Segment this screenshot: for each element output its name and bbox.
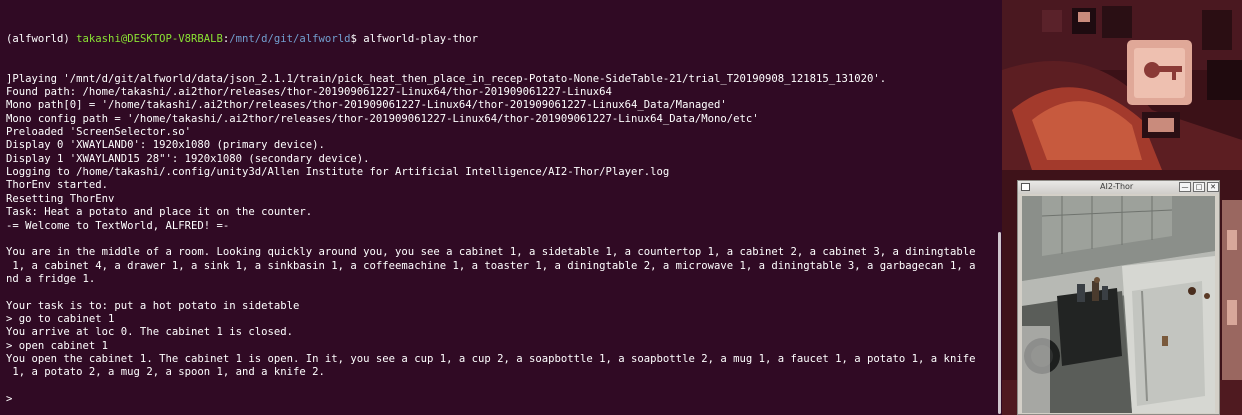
terminal-line: ]Playing '/mnt/d/git/alfworld/data/json_…	[6, 72, 887, 85]
close-button[interactable]: ✕	[1207, 182, 1219, 192]
terminal-window[interactable]: (alfworld) takashi@DESKTOP-V8RBALB:/mnt/…	[0, 0, 1002, 415]
kitchen-scene	[1022, 196, 1215, 413]
minimize-button[interactable]: —	[1179, 182, 1191, 192]
terminal-line: Display 0 'XWAYLAND0': 1920x1080 (primar…	[6, 139, 325, 152]
terminal-scrollbar[interactable]	[998, 232, 1001, 414]
terminal-line: 1, a cabinet 4, a drawer 1, a sink 1, a …	[6, 259, 976, 272]
prompt-path: /mnt/d/git/alfworld	[229, 32, 351, 45]
terminal-line: Task: Heat a potato and place it on the …	[6, 206, 313, 219]
terminal-line: >	[6, 392, 13, 405]
terminal-line: You are in the middle of a room. Looking…	[6, 246, 976, 259]
terminal-output: (alfworld) takashi@DESKTOP-V8RBALB:/mnt/…	[0, 0, 1002, 415]
terminal-line: > open cabinet 1	[6, 339, 109, 352]
terminal-line: > go to cabinet 1	[6, 312, 115, 325]
terminal-line: Logging to /home/takashi/.config/unity3d…	[6, 166, 670, 179]
terminal-line: nd a fridge 1.	[6, 272, 96, 285]
terminal-line: Display 1 'XWAYLAND15 28"': 1920x1080 (s…	[6, 152, 370, 165]
prompt-symbol: $	[350, 32, 364, 45]
ai2thor-window[interactable]: AI2-Thor — □ ✕	[1017, 180, 1220, 415]
prompt-command: alfworld-play-thor	[363, 32, 479, 45]
app-icon	[1021, 183, 1030, 191]
terminal-line: Mono path[0] = '/home/takashi/.ai2thor/r…	[6, 99, 727, 112]
ai2thor-titlebar[interactable]: AI2-Thor — □ ✕	[1018, 181, 1219, 194]
terminal-line: You open the cabinet 1. The cabinet 1 is…	[6, 352, 976, 365]
terminal-line: Found path: /home/takashi/.ai2thor/relea…	[6, 86, 612, 99]
terminal-line: Your task is to: put a hot potato in sid…	[6, 299, 300, 312]
maximize-button[interactable]: □	[1193, 182, 1205, 192]
terminal-line: -= Welcome to TextWorld, ALFRED! =-	[6, 219, 230, 232]
terminal-line: You arrive at loc 0. The cabinet 1 is cl…	[6, 326, 294, 339]
window-title: AI2-Thor	[1100, 182, 1134, 191]
prompt-env: (alfworld)	[6, 32, 77, 45]
terminal-line: Mono config path = '/home/takashi/.ai2th…	[6, 112, 759, 125]
ai2thor-3d-view[interactable]	[1022, 196, 1215, 413]
terminal-line: 1, a potato 2, a mug 2, a spoon 1, and a…	[6, 366, 325, 379]
terminal-line: Preloaded 'ScreenSelector.so'	[6, 126, 191, 139]
prompt-user-host: takashi@DESKTOP-V8RBALB	[76, 32, 223, 45]
terminal-prompt-line: (alfworld) takashi@DESKTOP-V8RBALB:/mnt/…	[6, 33, 1002, 46]
terminal-line: ThorEnv started.	[6, 179, 109, 192]
terminal-line: Resetting ThorEnv	[6, 192, 115, 205]
